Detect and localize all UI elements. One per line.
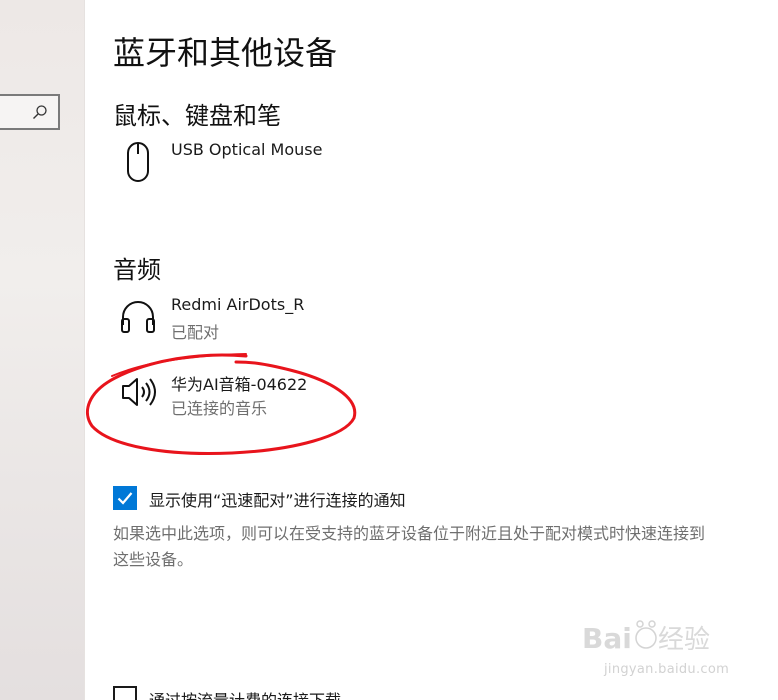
device-redmi-airdots[interactable]: Redmi AirDots_R 已配对 bbox=[119, 295, 519, 345]
baidu-logo-icon: Bai 经验 bbox=[582, 620, 710, 655]
navigation-pane bbox=[0, 0, 85, 700]
svg-text:Bai: Bai bbox=[582, 622, 632, 655]
search-icon[interactable] bbox=[32, 104, 48, 120]
device-huawei-speaker[interactable]: 华为AI音箱-04622 已连接的音乐 bbox=[119, 371, 519, 421]
swift-pair-label[interactable]: 显示使用“迅速配对”进行连接的通知 bbox=[149, 487, 406, 511]
mouse-icon bbox=[127, 142, 149, 182]
section-heading-input: 鼠标、键盘和笔 bbox=[113, 102, 281, 130]
settings-window: 蓝牙和其他设备 鼠标、键盘和笔 USB Optical Mouse 音频 Red… bbox=[0, 0, 778, 700]
metered-download-label[interactable]: 通过按流量计费的连接下载 bbox=[149, 687, 341, 700]
device-usb-mouse[interactable]: USB Optical Mouse bbox=[119, 140, 519, 190]
watermark: Bai 经验 jingyan.baidu.com bbox=[582, 614, 732, 686]
device-status: 已连接的音乐 bbox=[171, 399, 268, 418]
swift-pair-checkbox[interactable] bbox=[113, 486, 137, 510]
page-title: 蓝牙和其他设备 bbox=[113, 34, 338, 72]
device-name: USB Optical Mouse bbox=[171, 140, 323, 159]
device-name: 华为AI音箱-04622 bbox=[171, 375, 308, 394]
swift-pair-description: 如果选中此选项，则可以在受支持的蓝牙设备位于附近且处于配对模式时快速连接到这些设… bbox=[113, 524, 706, 569]
swift-pair-option[interactable]: 显示使用“迅速配对”进行连接的通知 bbox=[113, 486, 733, 512]
speaker-icon bbox=[122, 378, 156, 406]
main-content: 蓝牙和其他设备 鼠标、键盘和笔 USB Optical Mouse 音频 Red… bbox=[85, 0, 778, 700]
section-heading-audio: 音频 bbox=[113, 256, 161, 284]
headphones-icon bbox=[121, 301, 155, 333]
search-box[interactable] bbox=[0, 94, 60, 130]
svg-text:经验: 经验 bbox=[658, 625, 710, 655]
device-status: 已配对 bbox=[171, 323, 220, 342]
device-name: Redmi AirDots_R bbox=[171, 295, 305, 314]
checkmark-icon bbox=[117, 492, 133, 505]
metered-download-option[interactable]: 通过按流量计费的连接下载 bbox=[113, 686, 733, 700]
watermark-text: jingyan.baidu.com bbox=[604, 662, 730, 677]
metered-download-checkbox[interactable] bbox=[113, 686, 137, 700]
